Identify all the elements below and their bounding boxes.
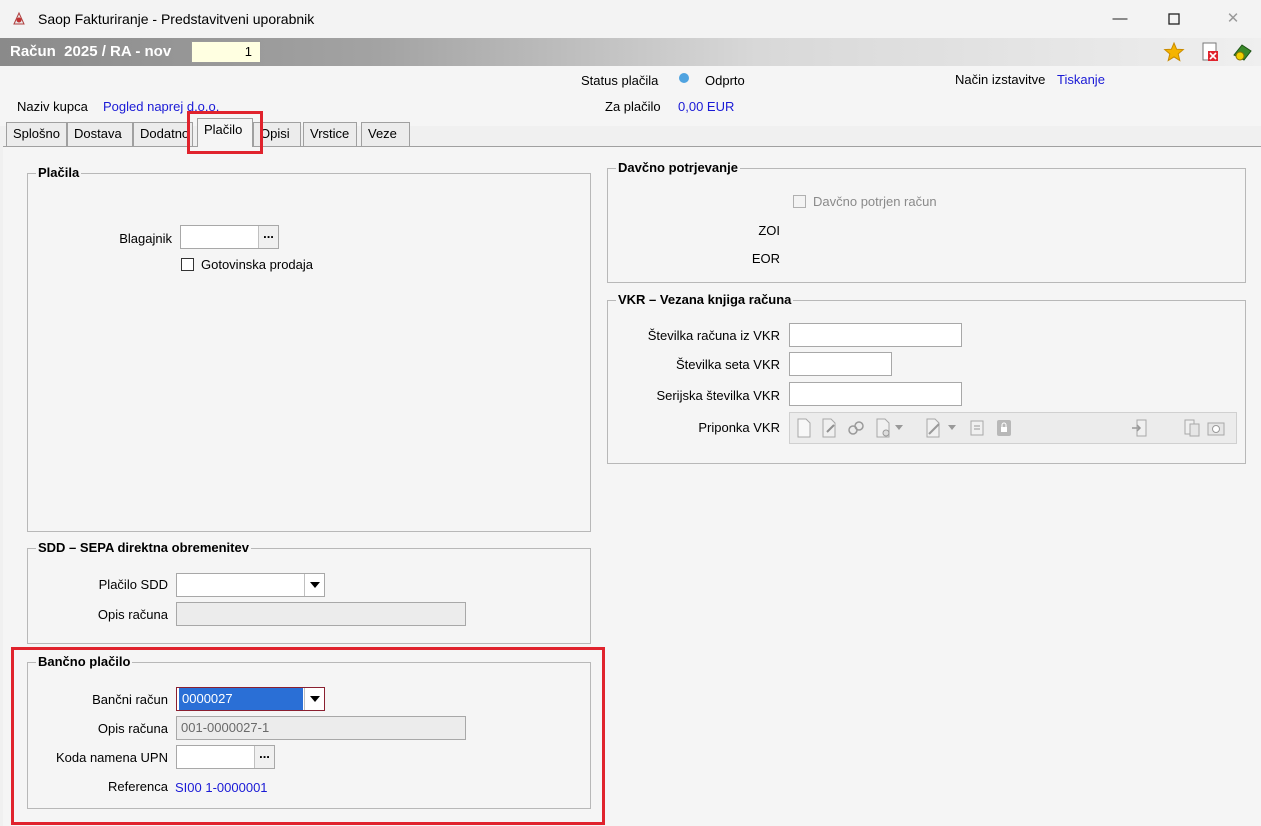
blagajnik-label: Blagajnik [119,231,172,246]
import-icon [1132,419,1147,437]
blagajnik-field[interactable]: ... [180,225,279,249]
edit-document-icon [822,418,836,438]
minimize-button[interactable]: — [1097,6,1143,32]
placilo-sdd-label: Plačilo SDD [98,577,168,592]
maximize-button[interactable] [1151,6,1197,32]
placilo-sdd-dropdown-icon[interactable] [304,574,324,596]
copy-document-icon [1184,419,1200,437]
gotovinska-checkbox[interactable] [181,258,194,271]
payable-label: Za plačilo [605,99,661,114]
tab-dostava[interactable]: Dostava [67,122,133,146]
star-icon[interactable] [1163,41,1185,63]
davcno-potrjen-label: Davčno potrjen račun [813,194,937,209]
scan-document-icon [876,418,890,438]
sdd-opis-label: Opis računa [97,607,168,622]
status-value: Odprto [705,73,745,88]
sign-document-icon [926,418,940,438]
document-number-field[interactable]: 1 [191,41,261,63]
tab-dodatno[interactable]: Dodatno [133,122,193,146]
group-title-vkr: VKR – Vezana knjiga računa [616,292,794,307]
lock-icon [997,420,1011,436]
app-icon [13,11,25,25]
vkr-serijska-label: Serijska številka VKR [656,388,780,403]
group-title-sdd: SDD – SEPA direktna obremenitev [36,540,251,555]
issue-method-label: Način izstavitve [955,72,1046,87]
scan-dropdown-icon [895,425,903,430]
vkr-stevilka-label: Številka računa iz VKR [647,328,780,343]
tab-splosno[interactable]: Splošno [6,122,67,146]
window-title: Saop Fakturiranje - Predstavitveni upora… [38,11,315,27]
issue-method-link[interactable]: Tiskanje [1057,72,1105,87]
tab-vrstice[interactable]: Vrstice [303,122,357,146]
camera-icon [1207,422,1225,436]
document-bar [0,38,1261,66]
zoi-label: ZOI [758,223,780,238]
sdd-opis-field [176,602,466,626]
status-label: Status plačila [581,73,659,88]
stamp-document-icon [970,420,984,436]
group-placila: Plačila [27,165,591,532]
blagajnik-lookup-button[interactable]: ... [258,226,278,248]
customer-label: Naziv kupca [17,99,88,114]
payable-value: 0,00 EUR [678,99,735,114]
status-dot-icon [679,73,689,83]
vkr-serijska-field[interactable] [789,382,962,406]
vkr-set-field[interactable] [789,352,892,376]
close-button[interactable]: ✕ [1210,6,1256,32]
davcno-potrjen-checkbox [793,195,806,208]
tab-veze[interactable]: Veze [361,122,410,146]
vkr-priponka-label: Priponka VKR [698,420,780,435]
tab-highlight [187,111,263,154]
exit-icon[interactable] [1231,41,1253,63]
placilo-sdd-select[interactable] [176,573,325,597]
eor-label: EOR [751,251,780,266]
sign-dropdown-icon [948,425,956,430]
delete-document-icon[interactable] [1199,41,1221,63]
vkr-stevilka-field[interactable] [789,323,962,347]
group-title-placila: Plačila [36,165,82,180]
gotovinska-label: Gotovinska prodaja [201,257,314,272]
link-document-icon [848,421,864,435]
new-document-icon [797,418,811,438]
priponka-toolbar [789,412,1237,444]
document-title: Račun 2025 / RA - nov [10,43,172,60]
vkr-set-label: Številka seta VKR [675,357,780,372]
bancno-highlight [11,647,605,825]
group-title-davcno: Davčno potrjevanje [616,160,740,175]
